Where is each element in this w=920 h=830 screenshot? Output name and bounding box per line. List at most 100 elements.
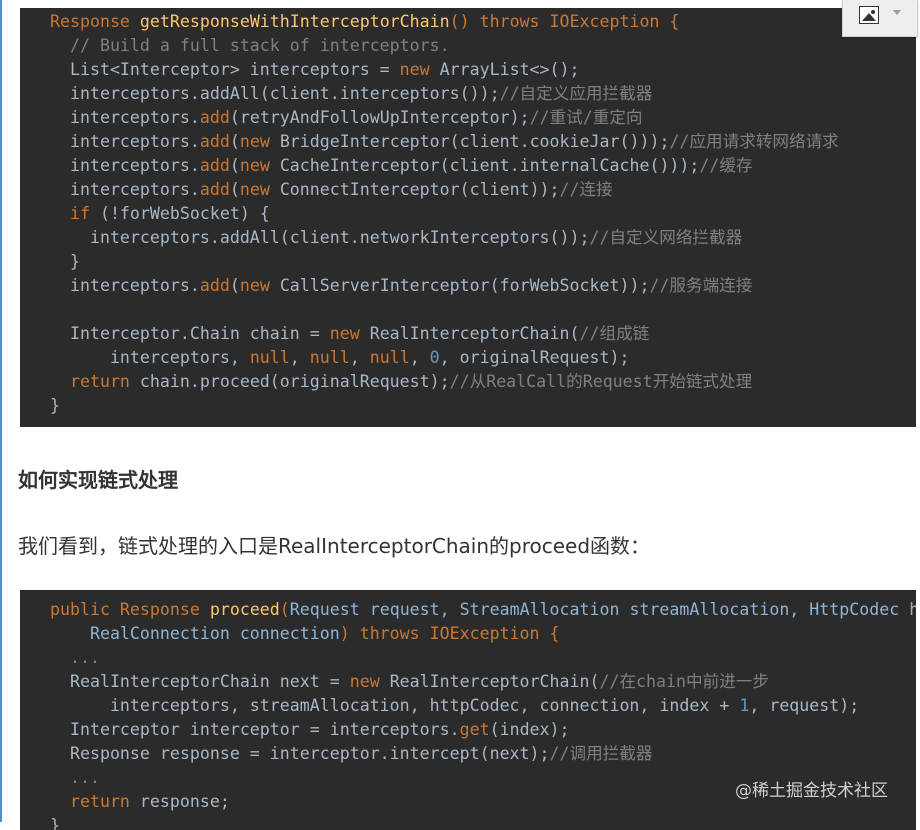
code-token: interceptors.	[50, 156, 200, 175]
code-token: Request request, StreamAllocation stream…	[289, 600, 916, 619]
code-line: }	[50, 394, 916, 418]
code-token: (index);	[489, 720, 570, 739]
code-token: new	[239, 180, 280, 199]
code-token: //自定义应用拦截器	[499, 84, 653, 103]
code-line: interceptors.add(new CallServerIntercept…	[50, 274, 916, 298]
code-token: chain.proceed(originalRequest);	[139, 372, 450, 391]
image-toolbar[interactable]	[842, 0, 918, 37]
code-line: }	[50, 250, 916, 274]
code-line: interceptors.add(new BridgeInterceptor(c…	[50, 130, 916, 154]
code-token: //应用请求转网络请求	[669, 132, 839, 151]
code-line: interceptors, null, null, null, 0, origi…	[50, 346, 916, 370]
code-token: //缓存	[699, 156, 753, 175]
code-token: RealInterceptorChain(	[369, 324, 580, 343]
code-token: () throws IOException {	[449, 12, 680, 31]
code-token: //服务端连接	[649, 276, 753, 295]
paragraph: 我们看到，链式处理的入口是RealInterceptorChain的procee…	[18, 534, 651, 558]
code-line: public Response proceed(Request request,…	[50, 598, 916, 622]
code-token: (	[229, 156, 240, 175]
code-token: getResponseWithInterceptorChain	[139, 12, 450, 31]
code-token: new	[239, 132, 280, 151]
code-token: get	[459, 720, 490, 739]
code-line: interceptors.add(new CacheInterceptor(cl…	[50, 154, 916, 178]
image-icon[interactable]	[859, 6, 879, 24]
code-token: new	[239, 276, 280, 295]
code-line	[50, 298, 916, 322]
code-token: interceptors.	[50, 132, 200, 151]
code-token: , request);	[749, 696, 860, 715]
code-token: ...	[50, 768, 100, 787]
code-token: response;	[139, 792, 230, 811]
code-token: (	[229, 276, 240, 295]
code-token: add	[199, 108, 230, 127]
code-token: //连接	[559, 180, 613, 199]
code-token: }	[50, 396, 60, 415]
code-token: ,	[409, 348, 430, 367]
code-line: Interceptor.Chain chain = new RealInterc…	[50, 322, 916, 346]
code-token: proceed	[209, 600, 280, 619]
code-token: //组成链	[579, 324, 650, 343]
code-token: Interceptor.Chain chain =	[50, 324, 330, 343]
code-token: }	[50, 252, 80, 271]
code-line: interceptors.addAll(client.interceptors(…	[50, 82, 916, 106]
code-token: ConnectInterceptor(client));	[279, 180, 560, 199]
code-block-getResponseWithInterceptorChain: Response getResponseWithInterceptorChain…	[20, 8, 916, 427]
code-token: List<Interceptor> interceptors =	[50, 60, 400, 79]
code-token: (	[229, 132, 240, 151]
code-line: interceptors.add(new ConnectInterceptor(…	[50, 178, 916, 202]
code-token: RealConnection connection	[50, 624, 340, 643]
caret-down-icon[interactable]	[893, 10, 901, 15]
code-token: interceptors, streamAllocation, httpCode…	[50, 696, 740, 715]
code-token: ...	[50, 648, 100, 667]
code-token: interceptors.	[50, 276, 200, 295]
code-token: interceptors.addAll(client.interceptors(…	[50, 84, 500, 103]
code-token: new	[329, 324, 370, 343]
code-token: RealInterceptorChain(	[389, 672, 600, 691]
code-line: RealConnection connection) throws IOExce…	[50, 622, 916, 646]
code-token: //自定义网络拦截器	[589, 228, 743, 247]
code-line: ...	[50, 646, 916, 670]
code-token: (	[229, 180, 240, 199]
code-token: add	[199, 156, 230, 175]
section-heading: 如何实现链式处理	[18, 468, 178, 492]
code-token: //重试/重定向	[529, 108, 643, 127]
code-line: }	[50, 814, 916, 830]
code-token: new	[399, 60, 440, 79]
code-line: Response response = interceptor.intercep…	[50, 742, 916, 766]
code-token: CacheInterceptor(client.internalCache())…	[279, 156, 700, 175]
watermark: @稀土掘金技术社区	[735, 781, 888, 801]
code-token: }	[50, 816, 60, 830]
code-token: , originalRequest);	[439, 348, 630, 367]
code-token: null	[369, 348, 410, 367]
code-token: if	[50, 204, 100, 223]
code-token: //调用拦截器	[549, 744, 653, 763]
code-token: interceptors,	[50, 348, 250, 367]
code-token: null	[309, 348, 350, 367]
code-line: Interceptor interceptor = interceptors.g…	[50, 718, 916, 742]
code-token: 0	[429, 348, 440, 367]
code-line: return chain.proceed(originalRequest);//…	[50, 370, 916, 394]
code-line: // Build a full stack of interceptors.	[50, 34, 916, 58]
code-token: interceptors.	[50, 108, 200, 127]
code-token: CallServerInterceptor(forWebSocket));	[279, 276, 650, 295]
code-token: ,	[349, 348, 370, 367]
code-token: // Build a full stack of interceptors.	[50, 36, 450, 55]
code-token: Response	[50, 12, 140, 31]
code-token: add	[199, 276, 230, 295]
code-token: Interceptor interceptor = interceptors.	[50, 720, 460, 739]
code-token: ) throws IOException {	[339, 624, 560, 643]
code-token: add	[199, 132, 230, 151]
code-token: ArrayList<>();	[439, 60, 580, 79]
code-line: Response getResponseWithInterceptorChain…	[50, 10, 916, 34]
code-token: 1	[739, 696, 750, 715]
code-token: null	[249, 348, 290, 367]
code-line: interceptors.addAll(client.networkInterc…	[50, 226, 916, 250]
code-token: (!forWebSocket) {	[99, 204, 270, 223]
code-token: new	[349, 672, 390, 691]
code-token: ,	[289, 348, 310, 367]
code-line: RealInterceptorChain next = new RealInte…	[50, 670, 916, 694]
code-token: interceptors.	[50, 180, 200, 199]
code-token: new	[239, 156, 280, 175]
code-token: interceptors.addAll(client.networkInterc…	[50, 228, 590, 247]
